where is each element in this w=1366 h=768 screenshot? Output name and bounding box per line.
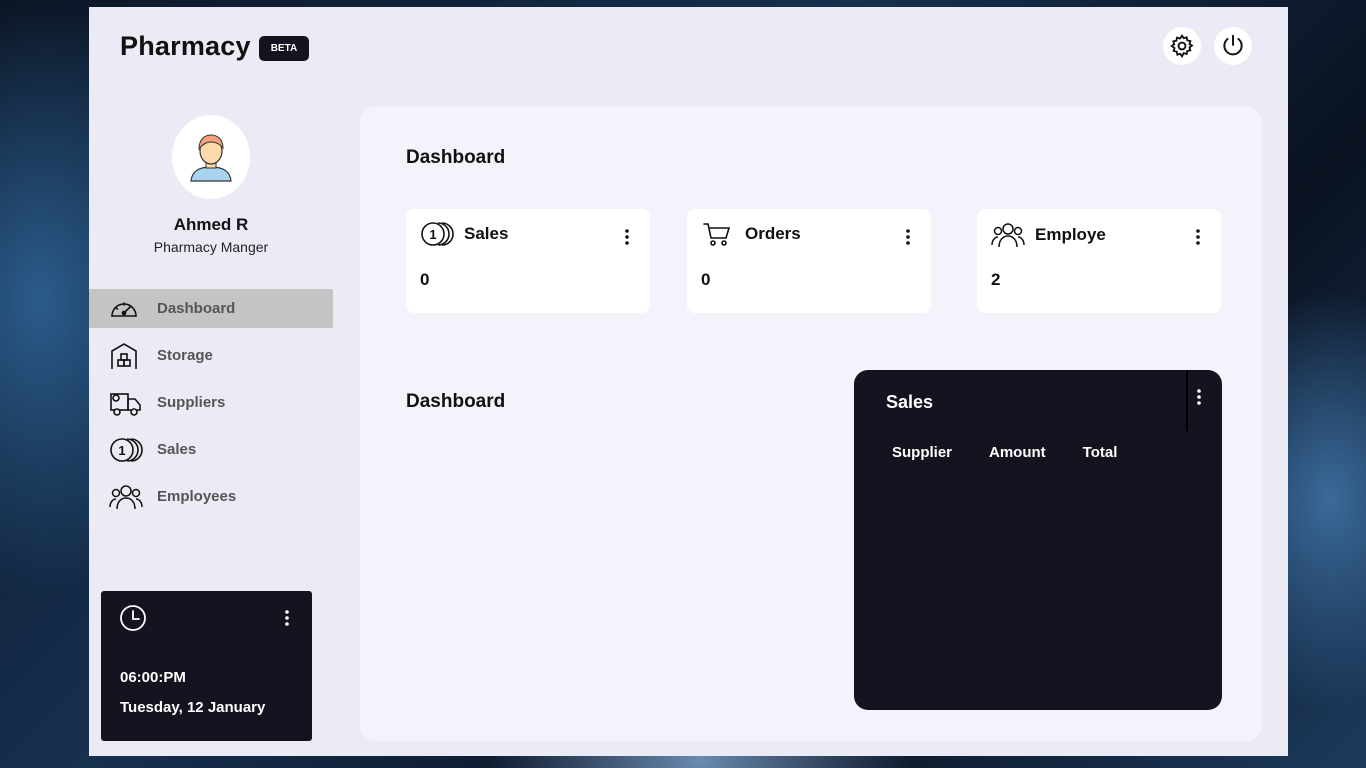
top-actions [1163,27,1252,65]
card-value: 0 [420,270,430,289]
app-window: Pharmacy BETA Ahmed R Pharmacy Manger Da… [89,7,1288,756]
more-options-icon[interactable] [1195,228,1201,246]
more-options-icon[interactable] [284,609,290,627]
sidebar-item-suppliers[interactable]: Suppliers [89,383,333,422]
sidebar-item-label: Suppliers [157,394,226,411]
coins-icon: 1 [109,435,143,465]
svg-text:1: 1 [429,227,436,242]
sales-card[interactable]: 1 Sales 0 [406,209,650,313]
card-value: 2 [991,270,1001,289]
more-options-icon[interactable] [905,228,911,246]
card-label: Sales [464,224,509,243]
power-icon [1223,34,1243,56]
sidebar-nav: Dashboard Storage Suppliers 1 Sales Empl… [89,289,333,524]
divider [1186,370,1188,431]
card-header: Employe [991,221,1106,249]
clock-icon [120,605,146,631]
avatar[interactable] [172,115,250,199]
delivery-truck-icon [109,388,143,418]
card-value: 0 [701,270,711,289]
warehouse-icon [109,341,143,371]
user-role: Pharmacy Manger [153,239,269,255]
card-label: Employe [1035,225,1106,244]
page-title: Dashboard [406,147,506,168]
brand: Pharmacy BETA [120,31,310,62]
card-header: 1 Sales [420,221,508,247]
clock-date: Tuesday, 12 January [120,699,266,716]
user-avatar-icon [190,134,232,182]
sidebar-item-label: Sales [157,441,197,458]
sidebar-item-sales[interactable]: 1 Sales [89,430,333,469]
power-button[interactable] [1214,27,1252,65]
orders-card[interactable]: Orders 0 [687,209,931,313]
beta-badge: BETA [258,36,310,61]
column-header-total[interactable]: Total [1083,444,1118,461]
sidebar-item-label: Employees [157,488,237,505]
column-header-amount[interactable]: Amount [989,444,1046,461]
more-options-icon[interactable] [624,228,630,246]
people-icon [991,223,1025,248]
main-panel: Dashboard 1 Sales 0 Orders 0 Employe 2 D… [360,106,1262,741]
sidebar-item-dashboard[interactable]: Dashboard [89,289,333,328]
card-header: Orders [701,221,801,247]
sidebar-item-employees[interactable]: Employees [89,477,333,516]
settings-button[interactable] [1163,27,1201,65]
table-header: Supplier Amount Total [892,444,1154,461]
people-icon [109,482,143,512]
sidebar-item-label: Dashboard [157,300,236,317]
svg-text:1: 1 [118,443,125,458]
user-name: Ahmed R [173,215,249,234]
employee-card[interactable]: Employe 2 [977,209,1221,313]
gear-icon [1170,34,1194,59]
coins-icon: 1 [421,222,454,246]
sidebar-item-label: Storage [157,347,213,364]
user-profile: Ahmed R Pharmacy Manger [89,115,333,255]
sidebar-item-storage[interactable]: Storage [89,336,333,375]
card-label: Orders [745,224,801,243]
more-options-icon[interactable] [1196,388,1202,406]
sales-table-panel: Sales Supplier Amount Total [854,370,1222,710]
speedometer-icon [109,294,143,324]
app-title: Pharmacy [120,31,251,61]
clock-time: 06:00:PM [120,669,186,686]
panel-title: Sales [886,392,934,412]
clock-widget: 06:00:PM Tuesday, 12 January [101,591,312,741]
cart-icon [703,223,731,246]
column-header-supplier[interactable]: Supplier [892,444,952,461]
section-title: Dashboard [406,391,506,412]
